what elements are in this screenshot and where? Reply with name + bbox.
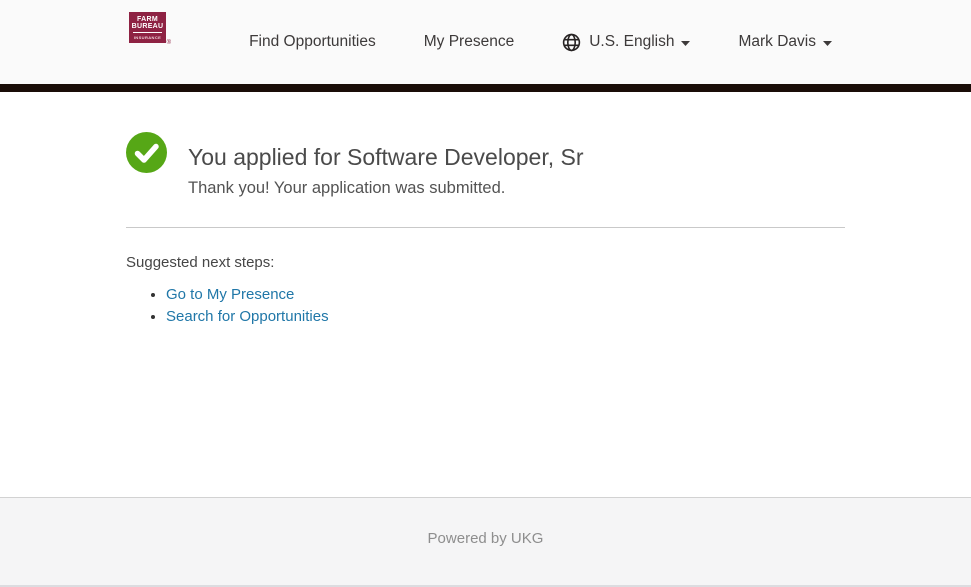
- divider: [126, 227, 845, 228]
- farm-bureau-logo[interactable]: FARM BUREAU INSURANCE ®: [129, 12, 166, 43]
- logo-text-farm: FARM: [131, 16, 164, 23]
- registered-mark-icon: ®: [167, 40, 171, 46]
- content-container: You applied for Software Developer, Sr T…: [126, 92, 845, 328]
- chevron-down-icon: [681, 41, 690, 46]
- nav-find-opportunities-label: Find Opportunities: [249, 33, 376, 51]
- success-message: You applied for Software Developer, Sr T…: [126, 92, 845, 199]
- link-search-for-opportunities[interactable]: Search for Opportunities: [166, 308, 329, 325]
- language-selector[interactable]: U.S. English: [562, 33, 690, 52]
- main-nav: Find Opportunities My Presence U.S. Engl…: [249, 0, 832, 84]
- logo-text-bureau: BUREAU: [131, 23, 164, 30]
- language-label: U.S. English: [589, 33, 674, 51]
- logo-text-insurance: INSURANCE: [131, 35, 164, 40]
- header: FARM BUREAU INSURANCE ® Find Opportuniti…: [0, 0, 971, 92]
- footer: Powered by UKG: [0, 497, 971, 587]
- list-item: Search for Opportunities: [166, 306, 845, 328]
- link-go-to-my-presence[interactable]: Go to My Presence: [166, 286, 294, 303]
- nav-my-presence[interactable]: My Presence: [424, 33, 514, 51]
- success-text: You applied for Software Developer, Sr T…: [188, 132, 584, 199]
- user-name: Mark Davis: [738, 33, 816, 51]
- header-inner: FARM BUREAU INSURANCE ® Find Opportuniti…: [126, 0, 845, 84]
- chevron-down-icon: [823, 41, 832, 46]
- globe-icon: [562, 33, 581, 52]
- next-steps-list: Go to My Presence Search for Opportuniti…: [126, 284, 845, 328]
- powered-by-text: Powered by UKG: [0, 498, 971, 547]
- success-subtitle: Thank you! Your application was submitte…: [188, 177, 584, 199]
- next-steps-heading: Suggested next steps:: [126, 254, 845, 271]
- nav-my-presence-label: My Presence: [424, 33, 514, 51]
- check-circle-icon: [126, 132, 167, 173]
- farm-bureau-logo-box: FARM BUREAU INSURANCE: [129, 12, 166, 43]
- main-content: You applied for Software Developer, Sr T…: [0, 92, 971, 497]
- list-item: Go to My Presence: [166, 284, 845, 306]
- user-menu[interactable]: Mark Davis: [738, 33, 832, 51]
- logo-divider: [133, 32, 162, 33]
- nav-find-opportunities[interactable]: Find Opportunities: [249, 33, 376, 51]
- page-title: You applied for Software Developer, Sr: [188, 143, 584, 171]
